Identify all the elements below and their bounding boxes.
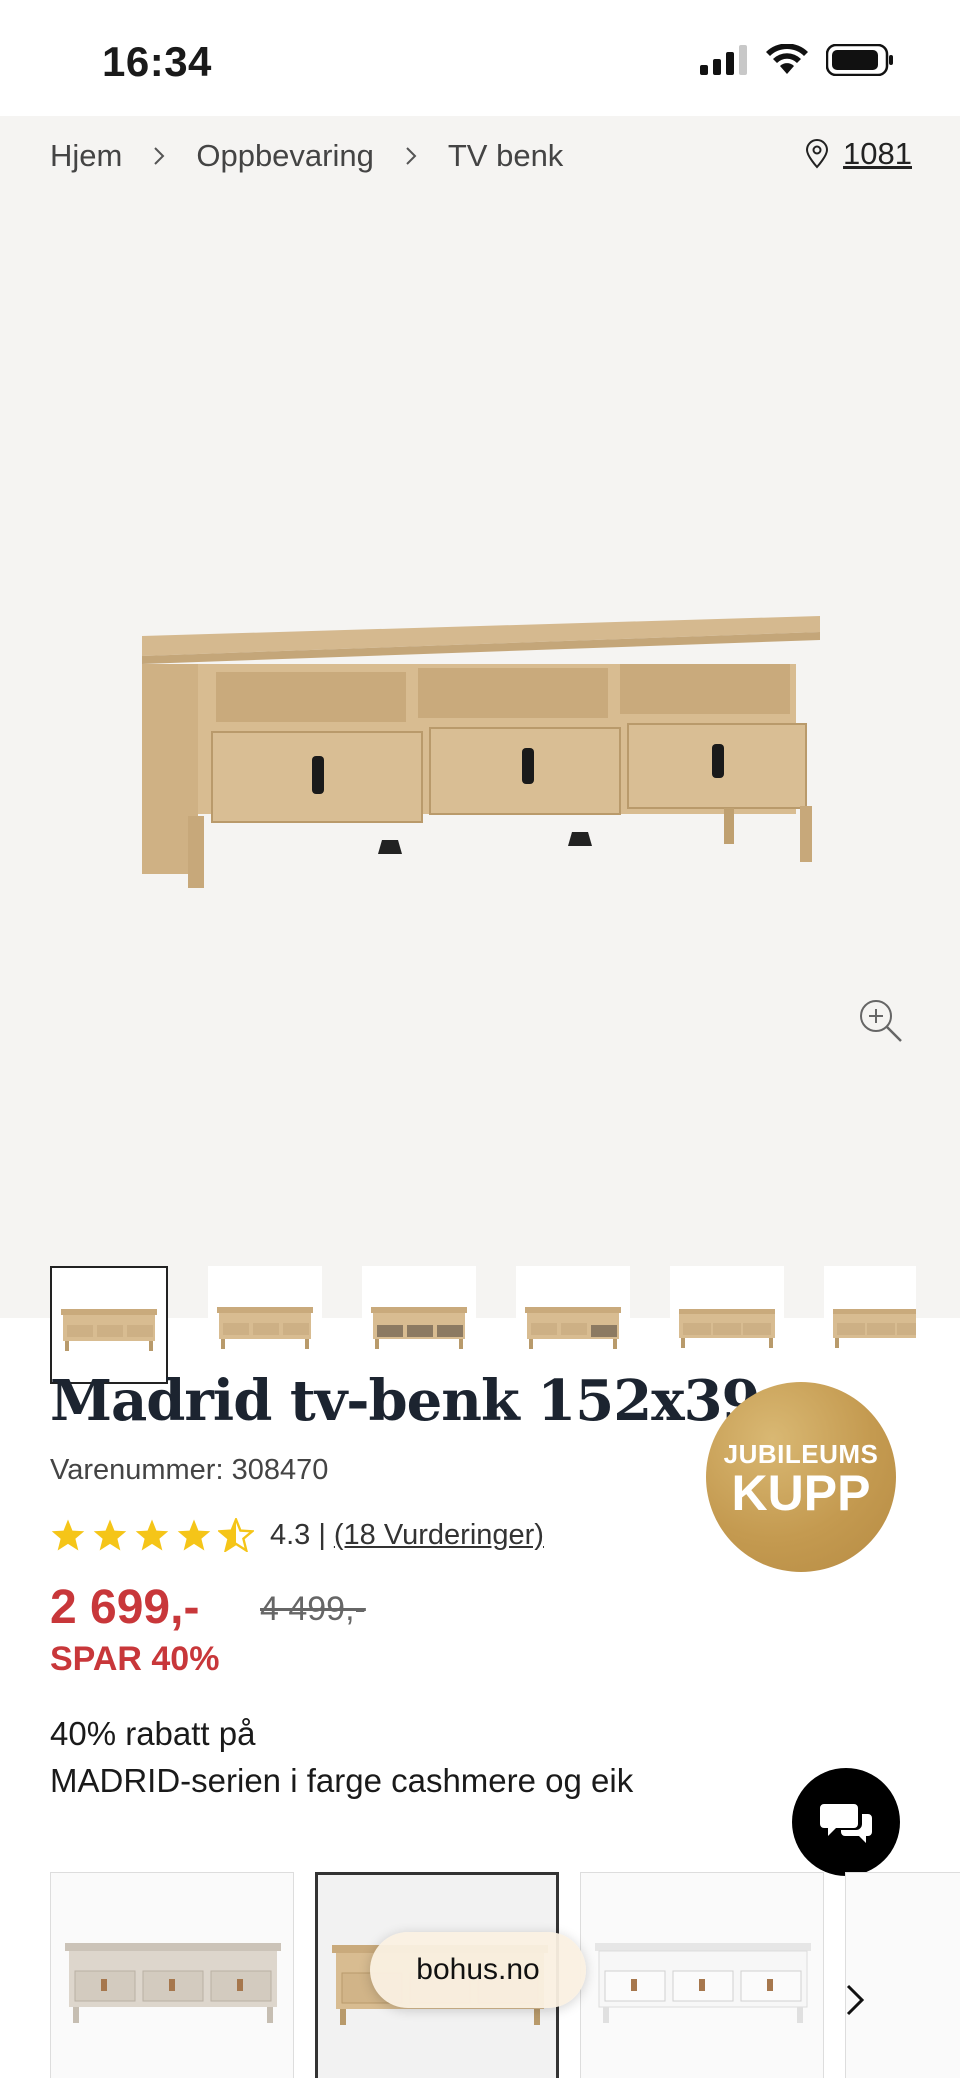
signal-icon <box>700 45 747 75</box>
old-price: 4 499,- <box>260 1590 366 1628</box>
variant-cashmere[interactable] <box>50 1872 294 2078</box>
chevron-right-icon <box>152 145 166 167</box>
star-icon <box>177 1519 211 1551</box>
status-icons <box>700 44 894 76</box>
promo-line1: 40% rabatt på <box>50 1715 256 1752</box>
star-half-icon <box>218 1518 254 1552</box>
location-pin-icon <box>806 139 829 169</box>
star-icon <box>51 1519 85 1551</box>
chevron-right-icon <box>404 145 418 167</box>
product-image[interactable] <box>120 476 840 956</box>
thumbnail-strip <box>50 1266 916 1384</box>
thumbnail-1[interactable] <box>50 1266 168 1384</box>
thumbnail-5[interactable] <box>670 1266 784 1380</box>
battery-icon <box>826 44 893 76</box>
promo-line2: MADRID-serien i farge cashmere og eik <box>50 1762 634 1799</box>
thumbnail-3[interactable] <box>362 1266 476 1380</box>
chat-button[interactable] <box>792 1768 900 1876</box>
discount-label: SPAR 40% <box>50 1640 220 1678</box>
thumbnail-2[interactable] <box>208 1266 322 1380</box>
reviews-link[interactable]: (18 Vurderinger) <box>334 1519 544 1552</box>
rating-stars <box>50 1518 254 1552</box>
breadcrumb: Hjem Oppbevaring TV benk <box>50 138 563 174</box>
star-icon <box>93 1519 127 1551</box>
current-price: 2 699,- <box>50 1581 200 1634</box>
wifi-icon <box>766 44 808 74</box>
status-bar: 16:34 <box>0 0 960 116</box>
rating-value: 4.3 <box>270 1518 311 1551</box>
jubileums-kupp-badge: JUBILEUMS KUPP <box>706 1382 896 1572</box>
promo-text: 40% rabatt på MADRID-serien i farge cash… <box>50 1710 770 1804</box>
product-title: Madrid tv-benk 152x39 <box>50 1368 761 1434</box>
status-time: 16:34 <box>102 38 212 85</box>
url-text: bohus.no <box>416 1953 540 1986</box>
chevron-right-icon[interactable] <box>836 1980 876 2020</box>
variant-hvit[interactable] <box>580 1872 824 2078</box>
badge-line2: KUPP <box>731 1464 871 1521</box>
chat-icon <box>820 1804 872 1843</box>
store-location-link[interactable]: 1081 <box>805 136 912 172</box>
thumbnail-6[interactable] <box>824 1266 916 1380</box>
variant-next-partial[interactable] <box>845 1872 960 2078</box>
product-gallery: Hjem Oppbevaring TV benk 1081 <box>0 116 960 1384</box>
browser-url-pill[interactable]: bohus.no <box>370 1932 586 2008</box>
breadcrumb-home[interactable]: Hjem <box>50 138 122 174</box>
product-sku: Varenummer: 308470 <box>50 1454 329 1486</box>
breadcrumb-tv-benk[interactable]: TV benk <box>448 138 563 174</box>
breadcrumb-oppbevaring[interactable]: Oppbevaring <box>196 138 374 174</box>
location-code[interactable]: 1081 <box>843 136 912 172</box>
star-icon <box>135 1519 169 1551</box>
zoom-in-icon[interactable] <box>856 996 906 1046</box>
thumbnail-4[interactable] <box>516 1266 630 1380</box>
product-rating: 4.3 | (18 Vurderinger) <box>50 1518 544 1552</box>
rating-separator: | <box>318 1518 326 1551</box>
